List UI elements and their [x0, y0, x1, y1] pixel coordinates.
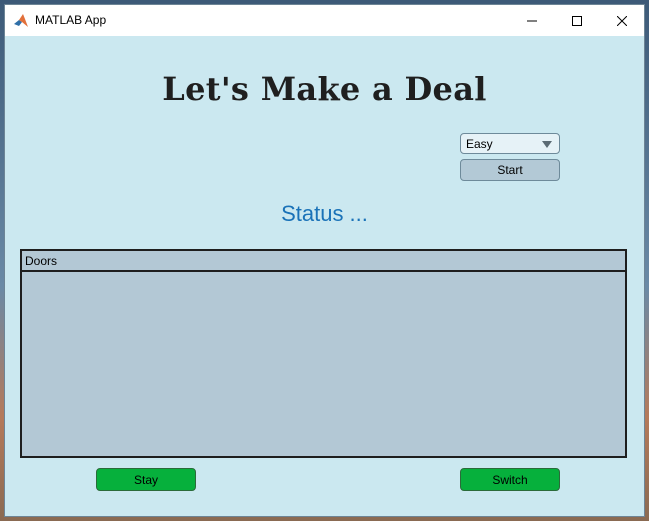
minimize-icon — [527, 20, 537, 21]
chevron-down-icon — [542, 141, 552, 148]
app-content: Let's Make a Deal Easy Start Status ... … — [5, 36, 644, 516]
title-bar[interactable]: MATLAB App — [5, 5, 644, 36]
close-button[interactable] — [599, 5, 645, 36]
start-button[interactable]: Start — [460, 159, 560, 181]
switch-button[interactable]: Switch — [460, 468, 560, 491]
doors-panel-title: Doors — [22, 251, 625, 272]
app-window: MATLAB App Let's Make a Deal Easy Start … — [4, 4, 645, 517]
status-label: Status ... — [281, 201, 368, 226]
matlab-icon — [14, 14, 28, 27]
maximize-icon — [572, 15, 582, 26]
difficulty-value: Easy — [466, 136, 493, 151]
close-icon — [617, 15, 627, 26]
minimize-button[interactable] — [509, 5, 555, 36]
page-title: Let's Make a Deal — [162, 70, 487, 108]
stay-button[interactable]: Stay — [96, 468, 196, 491]
difficulty-dropdown[interactable]: Easy — [460, 133, 560, 154]
window-title: MATLAB App — [35, 13, 107, 27]
doors-panel: Doors — [20, 249, 627, 458]
maximize-button[interactable] — [554, 5, 600, 36]
